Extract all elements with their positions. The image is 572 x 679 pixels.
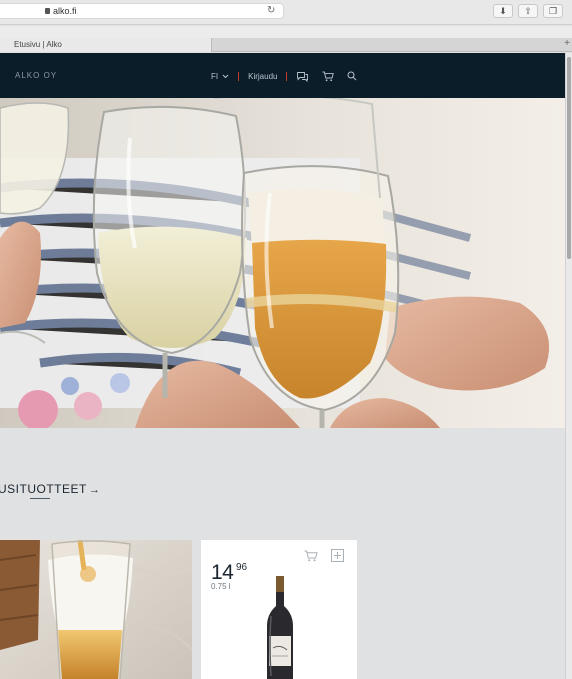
url-text: alko.fi <box>53 6 77 16</box>
arrow-right-icon: → <box>88 484 101 496</box>
tab-etusivu[interactable]: Etusivu | Alko <box>0 38 212 52</box>
address-bar[interactable]: alko.fi ↻ <box>0 3 284 19</box>
product-volume: 0.75 l <box>211 582 231 591</box>
tabs-icon[interactable]: ❐ <box>543 4 563 18</box>
logo[interactable]: ALKO OY <box>15 71 57 80</box>
login-link[interactable]: Kirjaudu <box>248 72 277 81</box>
section-underline <box>30 498 50 499</box>
browser-toolbar: alko.fi ↻ ⬇ ⇧ ❐ <box>0 0 572 25</box>
reload-icon[interactable]: ↻ <box>267 5 275 16</box>
tab-title: Etusivu | Alko <box>14 40 62 49</box>
tab-strip: Etusivu | Alko + <box>0 38 572 52</box>
header-nav: FI Kirjaudu <box>211 70 357 82</box>
page: alko.fi ↻ ⬇ ⇧ ❐ Etusivu | Alko + ALKO OY… <box>0 0 572 679</box>
language-label: FI <box>211 71 219 81</box>
chevron-down-icon <box>222 74 229 78</box>
page-scrollbar[interactable] <box>565 53 572 679</box>
download-icon[interactable]: ⬇ <box>493 4 513 18</box>
product-card[interactable]: 14 96 0.75 l <box>201 540 357 679</box>
toasting-glasses-photo <box>0 98 565 428</box>
hero-image[interactable] <box>0 98 565 428</box>
cart-icon[interactable] <box>322 71 335 82</box>
site-header: ALKO OY FI Kirjaudu <box>0 53 565 98</box>
section-title-text: USITUOTTEET <box>0 482 87 496</box>
nav-divider <box>238 71 240 81</box>
nav-divider <box>286 71 288 81</box>
add-to-cart-icon[interactable] <box>304 550 318 562</box>
bookmarks-bar <box>0 26 572 38</box>
add-to-list-icon[interactable] <box>331 549 344 562</box>
section-title[interactable]: USITUOTTEET → <box>0 482 100 496</box>
chat-icon[interactable] <box>296 71 309 82</box>
share-icon[interactable]: ⇧ <box>518 4 538 18</box>
scrollbar-thumb[interactable] <box>567 57 571 259</box>
wine-bottle-image <box>267 576 293 679</box>
language-selector[interactable]: FI <box>211 72 229 81</box>
lock-icon <box>45 8 50 14</box>
promo-tile[interactable] <box>0 540 192 679</box>
new-tab-button[interactable]: + <box>564 38 570 49</box>
search-icon[interactable] <box>347 71 357 81</box>
price-cents: 96 <box>236 562 248 573</box>
beer-pour-photo <box>0 540 192 679</box>
